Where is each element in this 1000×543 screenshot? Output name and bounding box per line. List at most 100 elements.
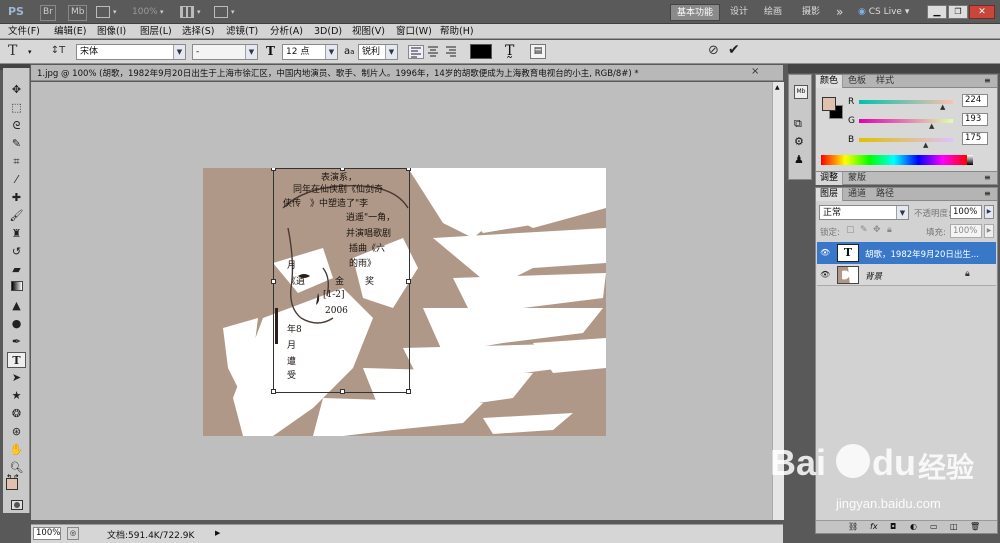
zoom-level-field[interactable]: 100%: [132, 4, 158, 20]
link-layers-icon[interactable]: ⛓: [848, 522, 858, 531]
tab-masks[interactable]: 蒙版: [844, 172, 870, 185]
quick-mask-icon[interactable]: [11, 500, 23, 510]
align-center-button[interactable]: [426, 45, 442, 59]
history-icon[interactable]: ⧉: [794, 117, 802, 131]
zoom-field[interactable]: 100%: [33, 527, 61, 540]
fill-field[interactable]: 100%: [950, 224, 982, 238]
blend-mode-select[interactable]: 正常 ▼: [819, 205, 909, 220]
tab-styles[interactable]: 样式: [872, 75, 898, 88]
scroll-up-icon[interactable]: ▲: [775, 84, 780, 91]
tab-swatches[interactable]: 色板: [844, 75, 870, 88]
channel-g-value[interactable]: 193: [962, 113, 988, 126]
history-brush-tool-icon[interactable]: ↺: [7, 244, 26, 260]
workspace-design[interactable]: 设计: [724, 4, 754, 21]
mini-bridge-icon[interactable]: Mb: [794, 85, 808, 99]
menu-3d[interactable]: 3D(D): [314, 25, 342, 38]
tab-channels[interactable]: 通道: [844, 188, 870, 201]
channel-r-value[interactable]: 224: [962, 94, 988, 107]
toggle-text-orientation-icon[interactable]: ↕T: [50, 45, 66, 59]
layer-name[interactable]: 背景: [865, 270, 882, 282]
transform-handle[interactable]: [340, 389, 345, 394]
menu-analysis[interactable]: 分析(A): [270, 25, 303, 38]
document-tab[interactable]: 1.jpg @ 100% (胡歌，1982年9月20日出生于上海市徐汇区，中国内…: [31, 65, 783, 81]
3d-orbit-tool-icon[interactable]: ⊛: [7, 424, 26, 440]
status-info-icon[interactable]: ◎: [67, 527, 79, 540]
tab-adjustments[interactable]: 调整: [816, 172, 844, 185]
font-family-select[interactable]: 宋体 ▼: [76, 44, 186, 60]
b-slider[interactable]: [859, 138, 953, 142]
menu-edit[interactable]: 编辑(E): [54, 25, 86, 38]
new-group-icon[interactable]: ▭: [930, 522, 938, 531]
transform-handle[interactable]: [271, 389, 276, 394]
hand-tool-icon[interactable]: ✋: [7, 442, 26, 458]
menu-filter[interactable]: 滤镜(T): [226, 25, 258, 38]
layer-row-background[interactable]: 👁︎ 背景 🔒︎: [817, 264, 996, 286]
transform-handle[interactable]: [271, 168, 276, 171]
channel-b-value[interactable]: 175: [962, 132, 988, 145]
vertical-scrollbar[interactable]: ▲: [772, 82, 784, 520]
workspace-essentials[interactable]: 基本功能: [670, 4, 721, 21]
transform-handle[interactable]: [271, 279, 276, 284]
menu-view[interactable]: 视图(V): [352, 25, 385, 38]
foreground-color-swatch[interactable]: [6, 478, 18, 490]
clone-source-icon[interactable]: ♟: [794, 153, 804, 166]
warp-text-icon[interactable]: T̰: [505, 43, 514, 59]
workspace-photography[interactable]: 摄影: [796, 4, 826, 21]
character-paragraph-panel-icon[interactable]: ▤: [530, 44, 546, 59]
tab-color[interactable]: 颜色: [816, 75, 844, 88]
mini-bridge-button[interactable]: Mb: [68, 5, 88, 21]
color-spectrum-bar[interactable]: [821, 155, 967, 165]
font-size-select[interactable]: 12 点 ▼: [282, 44, 338, 60]
layer-row-text[interactable]: 👁︎ T 胡歌，1982年9月20日出生...: [817, 242, 996, 264]
bridge-button[interactable]: Br: [40, 5, 56, 21]
layer-name[interactable]: 胡歌，1982年9月20日出生...: [865, 248, 979, 260]
align-left-button[interactable]: [408, 45, 424, 59]
transform-handle[interactable]: [406, 279, 411, 284]
black-white-ramp[interactable]: [967, 155, 973, 165]
gradient-tool-icon[interactable]: [7, 280, 26, 296]
tab-paths[interactable]: 路径: [872, 188, 898, 201]
chevron-down-icon[interactable]: ▾: [231, 4, 235, 20]
arrange-documents-icon[interactable]: [180, 6, 194, 18]
panel-menu-icon[interactable]: ≡: [984, 173, 991, 182]
add-mask-icon[interactable]: ◘: [890, 522, 896, 531]
quick-select-tool-icon[interactable]: ✎: [7, 136, 26, 152]
layer-style-icon[interactable]: fx: [870, 522, 878, 531]
fill-slider-arrow-icon[interactable]: ▶: [984, 224, 994, 238]
g-slider[interactable]: [859, 119, 953, 123]
3d-rotate-tool-icon[interactable]: ❂: [7, 406, 26, 422]
opacity-slider-arrow-icon[interactable]: ▶: [984, 205, 994, 219]
layer-visibility-eye-icon[interactable]: 👁︎: [820, 270, 830, 279]
new-layer-icon[interactable]: ◫: [950, 522, 958, 531]
close-window-button[interactable]: ✕: [969, 5, 995, 19]
transform-handle[interactable]: [406, 168, 411, 171]
transform-handle[interactable]: [406, 389, 411, 394]
slider-thumb-icon[interactable]: ▲: [923, 141, 928, 149]
cs-live-button[interactable]: ◉ CS Live ▾: [852, 4, 915, 21]
status-menu-arrow-icon[interactable]: ▶: [215, 529, 220, 537]
marquee-tool-icon[interactable]: ⬚: [7, 100, 26, 116]
font-style-select[interactable]: - ▼: [192, 44, 258, 60]
menu-layer[interactable]: 图层(L): [140, 25, 172, 38]
clone-stamp-tool-icon[interactable]: ♜: [7, 226, 26, 242]
workspace-painting[interactable]: 绘画: [758, 4, 788, 21]
menu-file[interactable]: 文件(F): [8, 25, 40, 38]
healing-brush-tool-icon[interactable]: ✚: [7, 190, 26, 206]
chevron-down-icon[interactable]: ▾: [160, 4, 164, 20]
panel-menu-icon[interactable]: ≡: [984, 76, 991, 85]
commit-edit-icon[interactable]: ✔: [728, 42, 740, 58]
fg-color-swatch[interactable]: [822, 97, 836, 111]
crop-tool-icon[interactable]: ⌗: [7, 154, 26, 170]
pen-tool-icon[interactable]: ✒: [7, 334, 26, 350]
actions-icon[interactable]: ⚙: [794, 135, 804, 148]
brush-tool-icon[interactable]: 🖌: [7, 208, 26, 224]
chevron-down-icon[interactable]: ▾: [28, 48, 32, 56]
text-tool-preset-icon[interactable]: T: [8, 43, 17, 59]
antialias-select[interactable]: 锐利 ▼: [358, 44, 398, 60]
blur-tool-icon[interactable]: ▲: [7, 298, 26, 314]
chevron-down-icon[interactable]: ▾: [197, 4, 201, 20]
move-tool-icon[interactable]: ✥: [7, 82, 26, 98]
chevron-down-icon[interactable]: ▾: [113, 4, 117, 20]
menu-window[interactable]: 窗口(W): [396, 25, 432, 38]
shape-tool-icon[interactable]: ★: [7, 388, 26, 404]
